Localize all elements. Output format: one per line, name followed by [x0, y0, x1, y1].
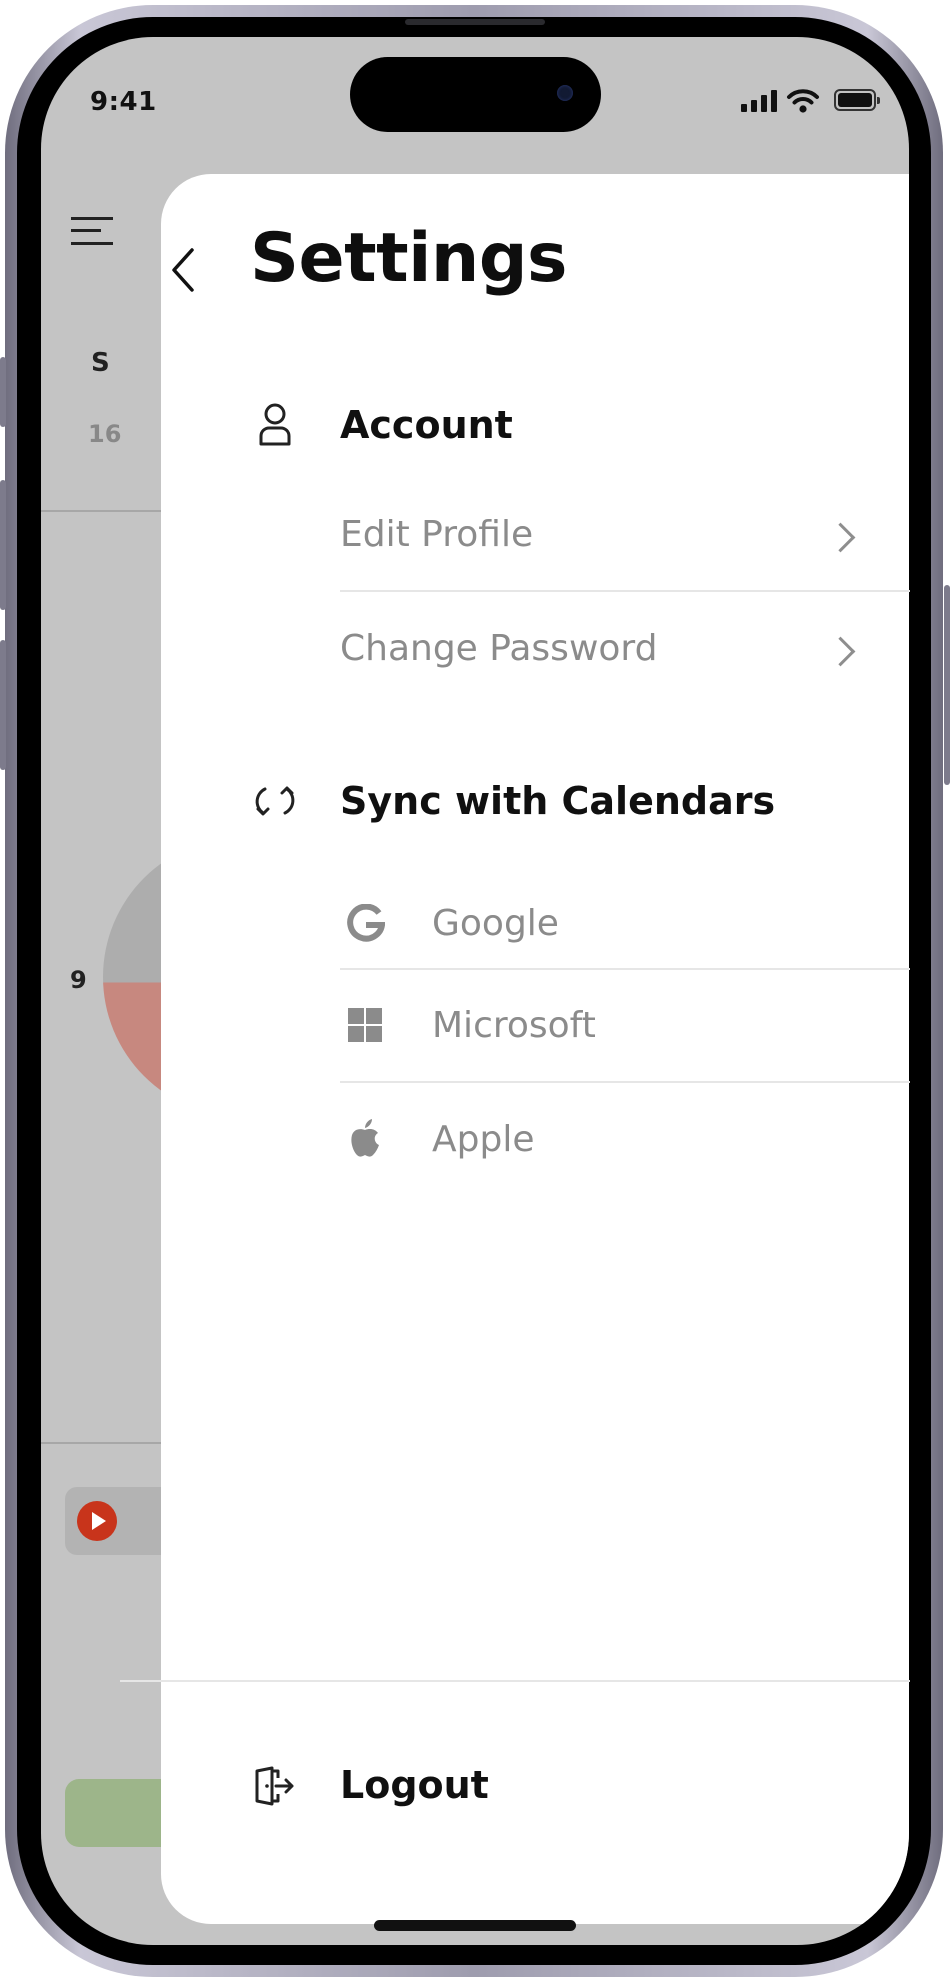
- battery-icon: [834, 89, 880, 111]
- logout-label: Logout: [340, 1763, 489, 1807]
- action-button: [0, 357, 6, 427]
- apple-icon: [351, 1119, 379, 1157]
- edit-profile-row[interactable]: Edit Profile: [340, 505, 910, 569]
- google-icon: [347, 904, 385, 942]
- back-icon[interactable]: [168, 245, 200, 295]
- signal-icon: [741, 90, 781, 112]
- play-icon[interactable]: [77, 1501, 117, 1541]
- camera-icon: [557, 85, 573, 101]
- row-divider: [340, 968, 910, 970]
- microsoft-icon: [348, 1008, 382, 1042]
- google-row[interactable]: Google: [340, 892, 910, 956]
- chevron-right-icon: [825, 636, 856, 667]
- edit-profile-label: Edit Profile: [340, 514, 534, 555]
- home-indicator[interactable]: [374, 1920, 576, 1931]
- volume-up-button: [0, 480, 6, 610]
- google-label: Google: [432, 903, 559, 944]
- screen: S 16 9: [41, 37, 909, 1945]
- microsoft-row[interactable]: Microsoft: [340, 994, 910, 1058]
- microsoft-label: Microsoft: [432, 1005, 596, 1046]
- wifi-icon: [787, 89, 819, 113]
- logout-button[interactable]: Logout: [250, 1760, 550, 1820]
- page-title: Settings: [250, 219, 567, 298]
- status-time: 9:41: [90, 87, 157, 117]
- user-icon: [259, 403, 291, 446]
- hour-label: 9: [70, 966, 87, 994]
- menu-icon[interactable]: [71, 217, 113, 249]
- volume-down-button: [0, 640, 6, 770]
- chevron-right-icon: [825, 522, 856, 553]
- sync-icon: [255, 786, 295, 816]
- date-number: 16: [88, 420, 122, 448]
- logout-divider: [120, 1680, 910, 1682]
- earpiece-speaker: [405, 19, 545, 25]
- power-button: [944, 585, 950, 785]
- row-divider: [340, 1081, 910, 1083]
- apple-row[interactable]: Apple: [340, 1108, 910, 1172]
- sync-heading: Sync with Calendars: [340, 779, 776, 823]
- row-divider: [340, 590, 910, 592]
- change-password-row[interactable]: Change Password: [340, 619, 910, 683]
- change-password-label: Change Password: [340, 628, 658, 669]
- apple-label: Apple: [432, 1119, 535, 1160]
- account-heading: Account: [340, 403, 513, 447]
- logout-icon: [255, 1766, 294, 1806]
- day-letter: S: [91, 348, 110, 378]
